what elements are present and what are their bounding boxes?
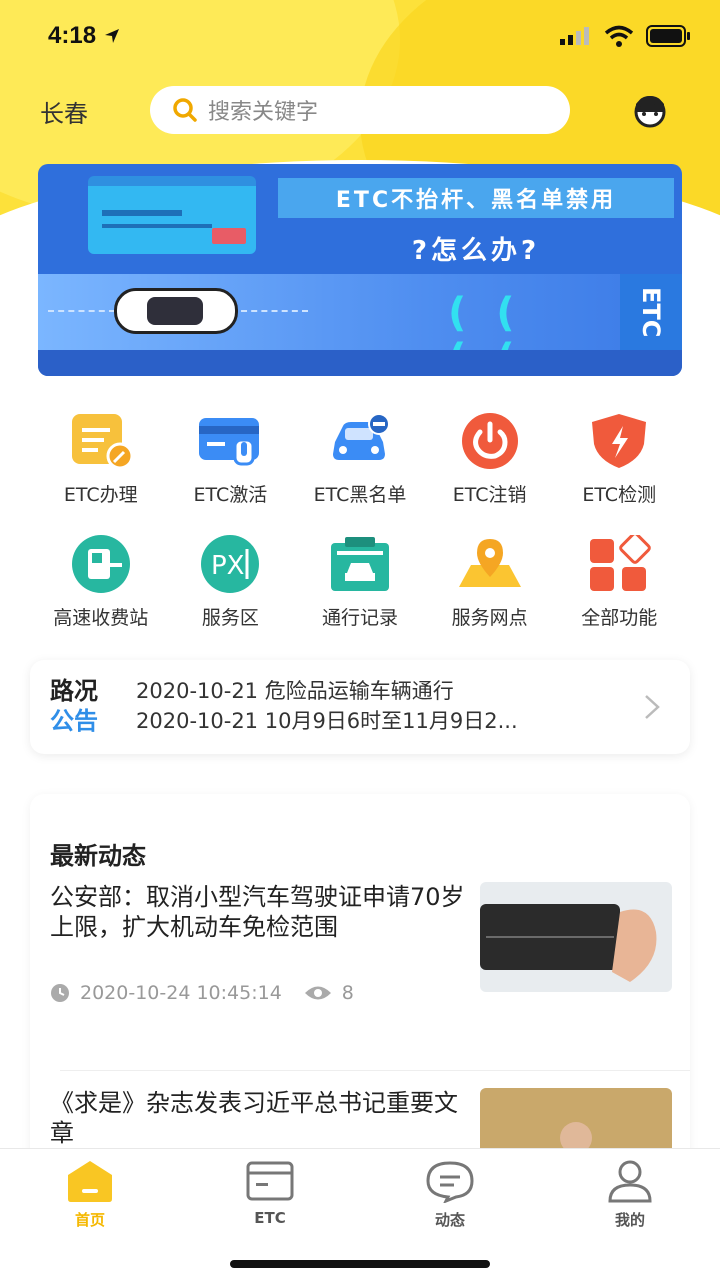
article-title: 公安部：取消小型汽车驾驶证申请70岁上限，扩大机动车免检范围 [50,883,465,941]
home-indicator[interactable] [230,1260,490,1268]
location-pin-icon [458,539,521,587]
function-grid: ETC办理 ETC激活 ETC黑名单 ETC注销 ETC检测 高速收费站 PX … [36,410,684,630]
battery-icon [646,25,690,47]
function-service-area[interactable]: PX 服务区 [166,533,296,630]
shield-icon [592,414,647,468]
clock-icon [51,984,69,1002]
power-icon [461,413,518,469]
tab-home[interactable]: 首页 [30,1159,150,1230]
notice-item[interactable]: 2020-10-21 危险品运输车辆通行 [136,676,616,706]
card-touch-icon [199,418,260,466]
news-divider [60,1070,690,1071]
travel-record-icon [330,537,389,591]
toll-booth-icon [71,535,130,593]
notice-tag-line1: 路况 [50,677,98,705]
function-etc-blacklist[interactable]: ETC黑名单 [295,410,425,507]
card-icon [246,1161,294,1201]
service-area-icon: PX [201,535,260,593]
notice-tag-line2: 公告 [50,707,98,735]
notice-item[interactable]: 2020-10-21 10月9日6时至11月9日2... [136,706,616,736]
news-article[interactable]: 公安部：取消小型汽车驾驶证申请70岁上限，扩大机动车免检范围 2020-10-2… [50,882,672,1004]
road-notice[interactable]: 路况 公告 2020-10-21 危险品运输车辆通行 2020-10-21 10… [30,660,690,754]
function-label: 通行记录 [321,607,398,629]
chat-bubble-icon [426,1161,474,1203]
function-label: 服务区 [201,607,259,629]
function-toll-station[interactable]: 高速收费站 [36,533,166,630]
function-all[interactable]: 全部功能 [554,533,684,630]
news-article[interactable]: 《求是》杂志发表习近平总书记重要文章 [50,1088,672,1194]
search-bar[interactable]: 搜索关键字 [150,86,570,134]
eye-icon [304,986,331,1000]
car-illustration [114,288,238,334]
function-label: 服务网点 [451,607,528,629]
tab-label: ETC [254,1209,286,1227]
location-arrow-icon [105,29,120,43]
tab-label: 首页 [74,1211,105,1229]
function-etc-cancel[interactable]: ETC注销 [425,410,555,507]
etc-card-illustration [88,176,256,254]
function-etc-apply[interactable]: ETC办理 [36,410,166,507]
function-label: ETC激活 [193,484,268,506]
city-selector[interactable]: 长春 [40,94,88,129]
banner-title: ETC不抬杆、黑名单禁用 [278,178,674,218]
search-placeholder: 搜索关键字 [208,100,319,125]
tab-label: 我的 [614,1211,645,1229]
home-icon [68,1161,112,1202]
article-date: 2020-10-24 10:45:14 [80,982,282,1004]
status-bar: 4:18 [0,0,720,72]
notice-tag: 路况 公告 [50,676,98,736]
banner-etc-tag: ETC [620,274,682,350]
user-icon [608,1160,652,1203]
document-edit-icon [71,414,134,470]
function-service-outlets[interactable]: 服务网点 [425,533,555,630]
car-minus-icon [332,413,390,460]
news-section-title: 最新动态 [50,842,146,870]
function-label: 高速收费站 [53,607,149,629]
tab-profile[interactable]: 我的 [570,1159,690,1230]
function-etc-check[interactable]: ETC检测 [554,410,684,507]
tab-news[interactable]: 动态 [390,1159,510,1230]
status-time: 4:18 [48,22,97,49]
article-title: 《求是》杂志发表习近平总书记重要文章 [50,1089,458,1147]
tab-label: 动态 [434,1211,465,1229]
cellular-signal-icon [560,27,589,45]
customer-service-icon[interactable] [628,90,672,134]
function-label: ETC办理 [63,484,138,506]
svg-text:PX: PX [211,551,245,581]
article-thumbnail [480,882,672,992]
function-label: 全部功能 [581,607,658,629]
function-etc-activate[interactable]: ETC激活 [166,410,296,507]
function-label: ETC注销 [452,484,527,506]
chevron-right-icon[interactable] [642,692,662,722]
banner-subtitle: ?怎么办? [411,236,541,266]
function-label: ETC黑名单 [313,484,407,506]
all-functions-icon [590,535,652,591]
tab-etc[interactable]: ETC [210,1159,330,1227]
promo-banner[interactable]: ETC不抬杆、黑名单禁用 ?怎么办? (( (( ETC [38,164,682,376]
banner-road: (( (( [38,274,682,376]
article-views: 8 [341,982,354,1004]
wifi-icon [604,25,634,47]
search-icon [173,98,197,122]
function-label: ETC检测 [582,484,657,506]
news-section: 最新动态 公安部：取消小型汽车驾驶证申请70岁上限，扩大机动车免检范围 2020… [30,794,690,1194]
function-travel-record[interactable]: 通行记录 [295,533,425,630]
